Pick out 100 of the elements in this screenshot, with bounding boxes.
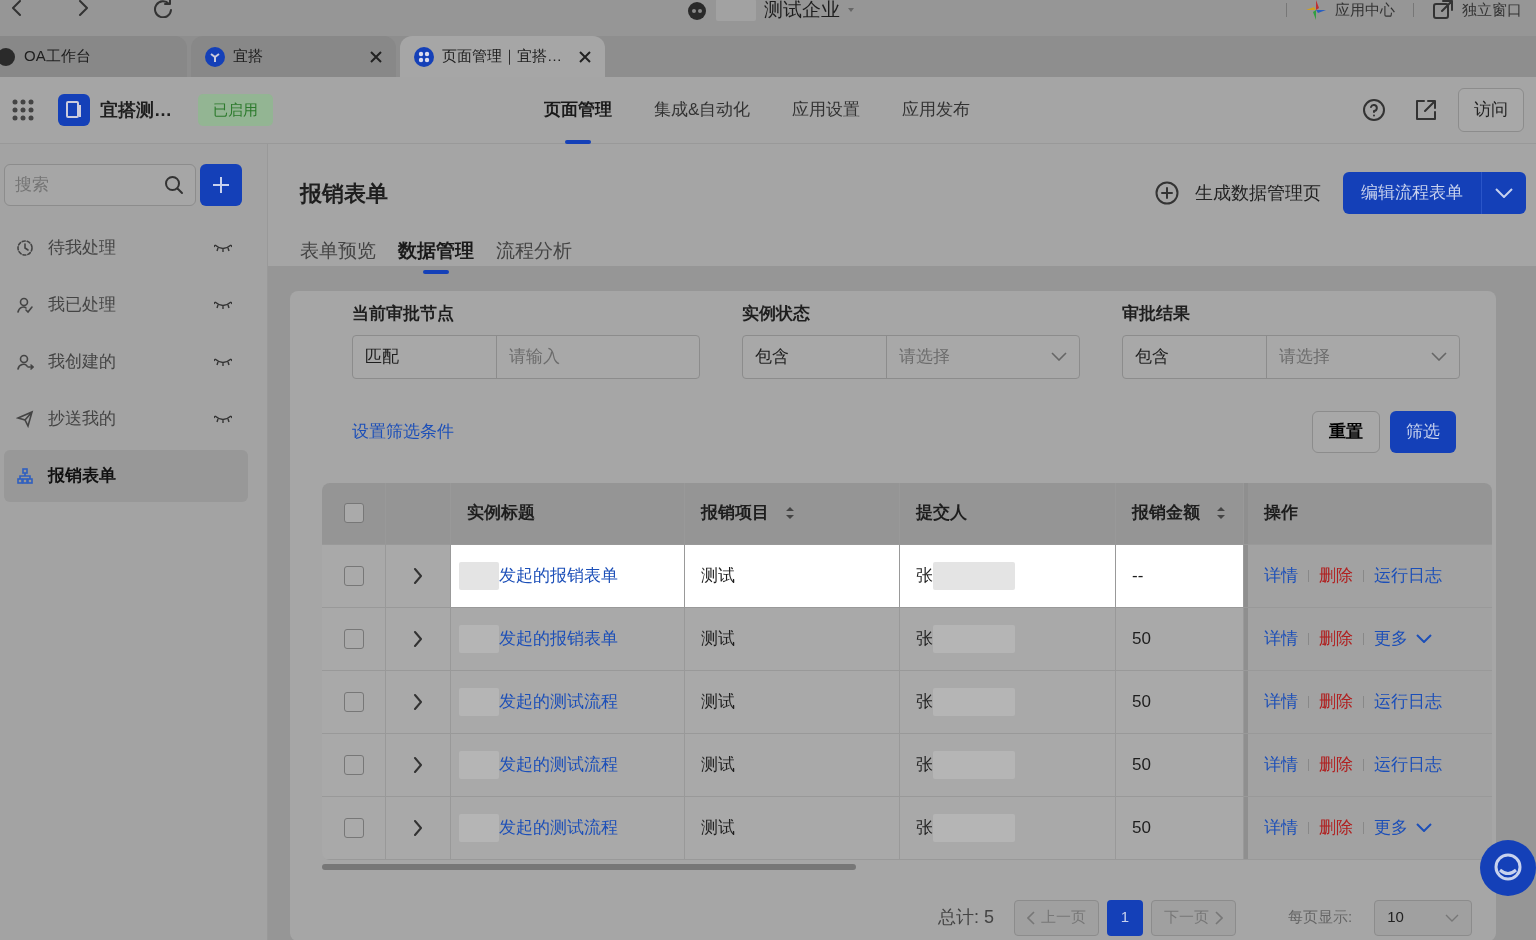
nav-tab[interactable]: 集成&自动化	[633, 76, 772, 144]
record-link[interactable]: 发起的报销表单	[499, 625, 618, 652]
clock-icon	[16, 239, 34, 257]
org-name[interactable]: 测试企业	[764, 0, 840, 25]
column-header[interactable]: 报销项目	[701, 500, 769, 526]
column-header: 提交人	[916, 502, 967, 525]
sidebar-item[interactable]: 我创建的	[48, 349, 116, 375]
browser-tab[interactable]: 页面管理｜宜搭…	[400, 36, 605, 77]
page-button[interactable]: 1	[1107, 899, 1143, 936]
action-link[interactable]: 运行日志	[1374, 751, 1442, 778]
close-icon[interactable]	[579, 50, 591, 63]
closed-eye-icon[interactable]	[214, 243, 232, 253]
reload-icon[interactable]	[152, 0, 174, 18]
record-link[interactable]: 发起的测试流程	[499, 688, 618, 715]
page-size-label: 每页显示:	[1288, 907, 1353, 928]
back-icon[interactable]	[10, 0, 24, 18]
filter-button[interactable]: 筛选	[1390, 410, 1456, 453]
closed-eye-icon[interactable]	[214, 414, 232, 424]
app-name: 宜搭测…	[100, 98, 172, 122]
row-checkbox[interactable]	[343, 754, 364, 775]
row-checkbox[interactable]	[343, 691, 364, 712]
more-link[interactable]: 更多	[1374, 814, 1432, 841]
delete-link[interactable]: 删除	[1319, 751, 1353, 778]
window-icon	[1432, 0, 1454, 22]
record-link[interactable]: 发起的测试流程	[499, 814, 618, 841]
browser-link[interactable]: 独立窗口	[1462, 0, 1522, 22]
apps-icon	[1305, 0, 1327, 22]
plus-circle-icon	[1155, 181, 1179, 205]
cell-text: 测试	[701, 564, 735, 587]
sidebar-item[interactable]: 我已处理	[48, 292, 116, 318]
action-link[interactable]: 详情	[1264, 562, 1298, 589]
browser-tab[interactable]: 宜搭	[191, 36, 396, 77]
chevron-left-icon	[1027, 910, 1035, 925]
forward-icon[interactable]	[76, 0, 90, 18]
sidebar-item[interactable]: 报销表单	[4, 450, 248, 502]
browser-tab[interactable]: OA工作台	[0, 36, 187, 77]
filter-settings-link[interactable]: 设置筛选条件	[352, 418, 454, 445]
visit-button[interactable]: 访问	[1458, 88, 1524, 132]
expand-icon[interactable]	[413, 756, 423, 773]
delete-link[interactable]: 删除	[1319, 814, 1353, 841]
cell-text: 张	[916, 753, 933, 776]
delete-link[interactable]: 删除	[1319, 688, 1353, 715]
sort-icon[interactable]	[785, 505, 795, 521]
expand-icon[interactable]	[413, 567, 423, 584]
add-button[interactable]	[200, 164, 242, 206]
column-header[interactable]: 报销金额	[1132, 500, 1200, 526]
reset-button[interactable]: 重置	[1312, 410, 1380, 453]
edit-form-button[interactable]: 编辑流程表单	[1343, 172, 1482, 214]
scrollbar[interactable]	[322, 863, 856, 870]
expand-icon[interactable]	[413, 630, 423, 647]
apps-grid-icon[interactable]	[12, 99, 34, 121]
caret-icon	[848, 8, 854, 13]
closed-eye-icon[interactable]	[214, 300, 232, 310]
app-logo-icon	[58, 94, 90, 126]
column-header: 操作	[1264, 502, 1298, 525]
close-icon[interactable]	[370, 50, 382, 63]
browser-link[interactable]: 应用中心	[1335, 0, 1395, 22]
expand-icon[interactable]	[413, 819, 423, 836]
action-link[interactable]: 运行日志	[1374, 562, 1442, 589]
nav-tab[interactable]: 页面管理	[523, 76, 633, 144]
record-link[interactable]: 发起的测试流程	[499, 751, 618, 778]
sidebar-item[interactable]: 待我处理	[48, 235, 116, 261]
page-tab[interactable]: 表单预览	[300, 228, 376, 274]
nav-tab[interactable]: 应用设置	[771, 76, 882, 144]
action-link[interactable]: 详情	[1264, 688, 1298, 715]
support-icon[interactable]	[1480, 840, 1536, 896]
page-tab[interactable]: 流程分析	[496, 228, 572, 274]
action-link[interactable]: 详情	[1264, 814, 1298, 841]
page-size-select[interactable]: 10	[1374, 899, 1473, 936]
chevron-right-icon	[1215, 910, 1223, 925]
page-title: 报销表单	[300, 179, 388, 208]
sidebar-item[interactable]: 抄送我的	[48, 406, 116, 432]
dropdown-button[interactable]	[1482, 172, 1526, 214]
generate-button[interactable]: 生成数据管理页	[1149, 178, 1327, 208]
row-checkbox[interactable]	[343, 817, 364, 838]
cell-text: 张	[916, 690, 933, 713]
action-link[interactable]: 详情	[1264, 751, 1298, 778]
row-checkbox[interactable]	[343, 628, 364, 649]
cell-text: 测试	[701, 690, 735, 713]
more-link[interactable]: 更多	[1374, 625, 1432, 652]
filter-label: 实例状态	[742, 303, 811, 325]
org-chart-icon	[16, 467, 34, 485]
cell-text: 测试	[701, 816, 735, 839]
action-link[interactable]: 运行日志	[1374, 688, 1442, 715]
person-check-icon	[16, 296, 34, 314]
action-link[interactable]: 详情	[1264, 625, 1298, 652]
delete-link[interactable]: 删除	[1319, 625, 1353, 652]
nav-tab[interactable]: 应用发布	[881, 76, 992, 144]
grid-icon	[414, 46, 434, 67]
row-checkbox[interactable]	[343, 565, 364, 586]
page-tab[interactable]: 数据管理	[398, 228, 474, 274]
expand-icon[interactable]	[413, 693, 423, 710]
select-all-checkbox[interactable]	[343, 503, 364, 523]
closed-eye-icon[interactable]	[214, 357, 232, 367]
chevron-down-icon	[1495, 188, 1513, 198]
help-icon[interactable]	[1362, 98, 1386, 122]
sort-icon[interactable]	[1216, 505, 1226, 521]
total-count: 总计: 5	[938, 906, 994, 929]
external-link-icon[interactable]	[1414, 98, 1438, 122]
delete-link[interactable]: 删除	[1319, 562, 1353, 589]
